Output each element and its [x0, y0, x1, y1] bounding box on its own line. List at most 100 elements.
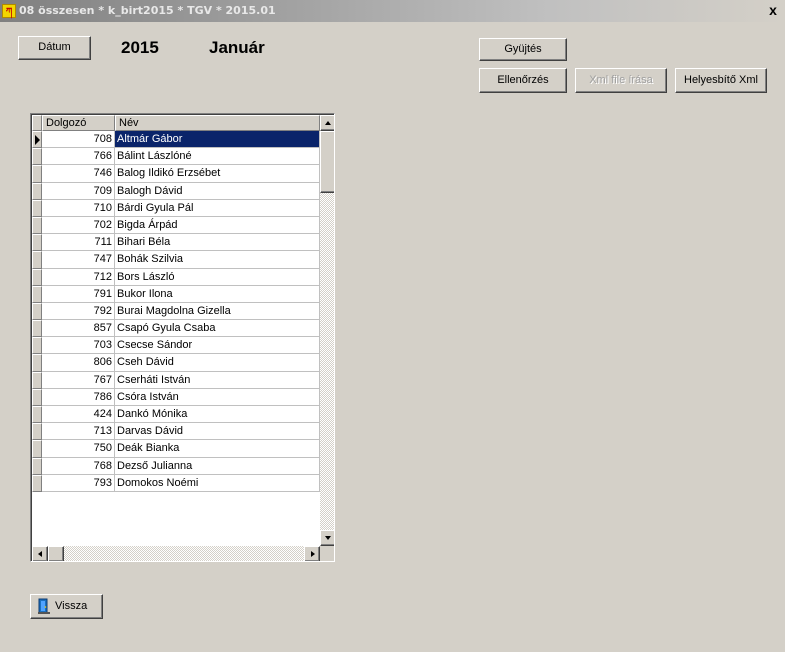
scroll-right-button[interactable] [304, 546, 320, 561]
table-row[interactable]: 713 Darvas Dávid [32, 423, 320, 441]
row-indicator[interactable] [32, 423, 42, 441]
cell-dolgozo[interactable]: 711 [42, 234, 115, 252]
row-indicator[interactable] [32, 388, 42, 406]
row-indicator[interactable] [32, 354, 42, 372]
table-row[interactable]: 702 Bigda Árpád [32, 216, 320, 235]
horizontal-scrollbar[interactable] [32, 546, 320, 561]
cell-nev[interactable]: Burai Magdolna Gizella [115, 302, 320, 321]
row-indicator[interactable] [32, 199, 42, 217]
table-row[interactable]: 746 Balog Ildikó Erzsébet [32, 165, 320, 183]
cell-nev[interactable]: Balog Ildikó Erzsébet [115, 165, 320, 183]
close-button[interactable]: x [765, 2, 781, 18]
row-indicator[interactable] [32, 268, 42, 286]
cell-nev[interactable]: Bohák Szilvia [115, 251, 320, 269]
cell-dolgozo[interactable]: 786 [42, 388, 115, 406]
table-row[interactable]: 750 Deák Bianka [32, 440, 320, 458]
cell-nev[interactable]: Csecse Sándor [115, 337, 320, 355]
column-header-nev[interactable]: Név [115, 115, 320, 131]
vissza-button[interactable]: Vissza [30, 594, 103, 619]
cell-dolgozo[interactable]: 857 [42, 320, 115, 338]
cell-dolgozo[interactable]: 746 [42, 165, 115, 183]
table-row[interactable]: 708 Altmár Gábor [32, 131, 320, 149]
cell-nev[interactable]: Balogh Dávid [115, 182, 320, 200]
row-indicator[interactable] [32, 320, 42, 338]
cell-nev[interactable]: Deák Bianka [115, 440, 320, 458]
row-indicator[interactable] [32, 371, 42, 389]
cell-dolgozo[interactable]: 767 [42, 371, 115, 389]
helyesbito-xml-button[interactable]: Helyesbítő Xml [675, 68, 767, 93]
table-row[interactable]: 703 Csecse Sándor [32, 337, 320, 355]
table-row[interactable]: 747 Bohák Szilvia [32, 251, 320, 269]
ellenorzes-button[interactable]: Ellenőrzés [479, 68, 567, 93]
table-row[interactable]: 710 Bárdi Gyula Pál [32, 199, 320, 217]
cell-nev[interactable]: Bors László [115, 268, 320, 286]
cell-dolgozo[interactable]: 792 [42, 302, 115, 321]
gyujtes-button[interactable]: Gyüjtés [479, 38, 567, 61]
cell-dolgozo[interactable]: 708 [42, 131, 115, 149]
cell-dolgozo[interactable]: 766 [42, 148, 115, 166]
table-row[interactable]: 768 Dezső Julianna [32, 457, 320, 475]
row-indicator[interactable] [32, 457, 42, 475]
cell-nev[interactable]: Csapó Gyula Csaba [115, 320, 320, 338]
cell-nev[interactable]: Bálint Lászlóné [115, 148, 320, 166]
row-indicator[interactable] [32, 285, 42, 303]
xml-file-button[interactable]: Xml file írása [575, 68, 667, 93]
cell-dolgozo[interactable]: 702 [42, 216, 115, 235]
cell-nev[interactable]: Dezső Julianna [115, 457, 320, 475]
cell-nev[interactable]: Domokos Noémi [115, 474, 320, 492]
table-row[interactable]: 766 Bálint Lászlóné [32, 148, 320, 166]
cell-dolgozo[interactable]: 768 [42, 457, 115, 475]
table-row[interactable]: 806 Cseh Dávid [32, 354, 320, 372]
table-row[interactable]: 857 Csapó Gyula Csaba [32, 320, 320, 338]
row-indicator[interactable] [32, 406, 42, 424]
row-indicator[interactable] [32, 131, 42, 149]
cell-dolgozo[interactable]: 712 [42, 268, 115, 286]
row-indicator[interactable] [32, 302, 42, 321]
row-indicator[interactable] [32, 182, 42, 200]
row-indicator[interactable] [32, 251, 42, 269]
table-row[interactable]: 791 Bukor Ilona [32, 285, 320, 303]
row-indicator[interactable] [32, 234, 42, 252]
table-row[interactable]: 793 Domokos Noémi [32, 474, 320, 492]
cell-nev[interactable]: Bigda Árpád [115, 216, 320, 235]
scroll-down-button[interactable] [320, 530, 334, 546]
cell-dolgozo[interactable]: 424 [42, 406, 115, 424]
scroll-left-button[interactable] [32, 546, 48, 561]
cell-dolgozo[interactable]: 806 [42, 354, 115, 372]
cell-dolgozo[interactable]: 710 [42, 199, 115, 217]
row-indicator[interactable] [32, 148, 42, 166]
cell-nev[interactable]: Darvas Dávid [115, 423, 320, 441]
cell-nev[interactable]: Dankó Mónika [115, 406, 320, 424]
horizontal-scroll-thumb[interactable] [48, 546, 64, 561]
row-indicator[interactable] [32, 440, 42, 458]
cell-dolgozo[interactable]: 793 [42, 474, 115, 492]
table-row[interactable]: 709 Balogh Dávid [32, 182, 320, 200]
cell-dolgozo[interactable]: 713 [42, 423, 115, 441]
row-indicator[interactable] [32, 216, 42, 235]
cell-nev[interactable]: Bárdi Gyula Pál [115, 199, 320, 217]
cell-dolgozo[interactable]: 709 [42, 182, 115, 200]
table-row[interactable]: 712 Bors László [32, 268, 320, 286]
table-row[interactable]: 792 Burai Magdolna Gizella [32, 302, 320, 321]
table-row[interactable]: 424 Dankó Mónika [32, 406, 320, 424]
table-row[interactable]: 767 Cserháti István [32, 371, 320, 389]
scroll-up-button[interactable] [320, 115, 334, 131]
table-row[interactable]: 711 Bihari Béla [32, 234, 320, 252]
column-header-dolgozo[interactable]: Dolgozó [42, 115, 115, 131]
table-row[interactable]: 786 Csóra István [32, 388, 320, 406]
employee-grid[interactable]: Dolgozó Név 708 Altmár Gábor 766 Bálint Lás… [30, 113, 335, 562]
cell-dolgozo[interactable]: 750 [42, 440, 115, 458]
row-indicator[interactable] [32, 337, 42, 355]
datum-button[interactable]: Dátum [18, 36, 91, 60]
cell-nev[interactable]: Cserháti István [115, 371, 320, 389]
cell-nev[interactable]: Bukor Ilona [115, 285, 320, 303]
cell-dolgozo[interactable]: 791 [42, 285, 115, 303]
row-indicator[interactable] [32, 165, 42, 183]
cell-dolgozo[interactable]: 703 [42, 337, 115, 355]
cell-nev[interactable]: Bihari Béla [115, 234, 320, 252]
cell-dolgozo[interactable]: 747 [42, 251, 115, 269]
row-indicator[interactable] [32, 474, 42, 492]
vertical-scrollbar[interactable] [320, 115, 334, 546]
cell-nev[interactable]: Cseh Dávid [115, 354, 320, 372]
cell-nev[interactable]: Altmár Gábor [115, 131, 320, 149]
